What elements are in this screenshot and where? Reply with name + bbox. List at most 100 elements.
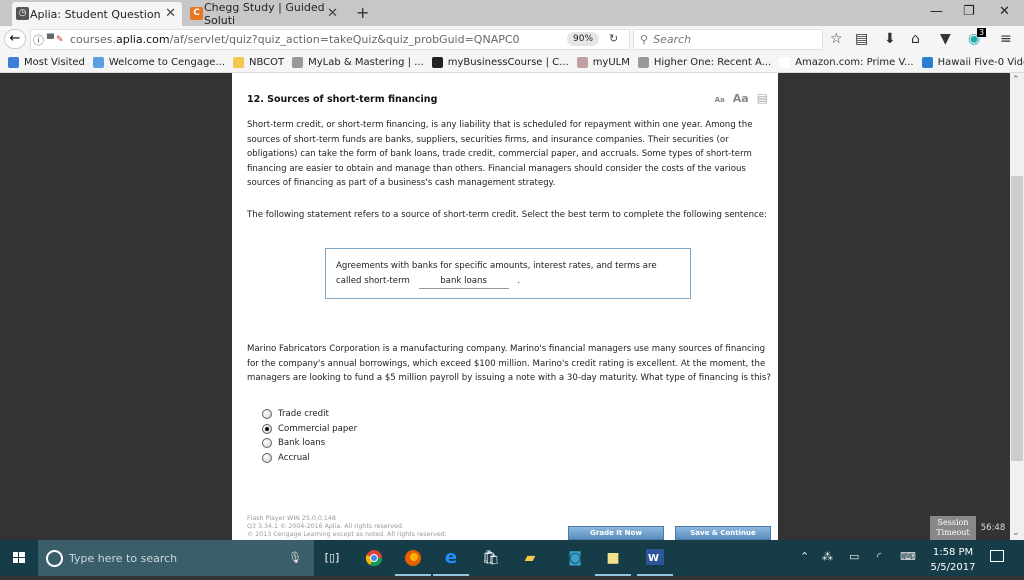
bookmark-item[interactable]: Hawaii Five-0 Video - ... bbox=[921, 56, 1024, 68]
battery-icon[interactable]: ▭ bbox=[849, 550, 859, 563]
reload-icon[interactable]: ↻ bbox=[609, 32, 618, 45]
close-tab-icon[interactable]: ✕ bbox=[327, 6, 338, 21]
bookmark-label: NBCOT bbox=[249, 56, 285, 68]
url-text[interactable]: courses.aplia.com/af/servlet/quiz?quiz_a… bbox=[70, 33, 520, 46]
save-continue-button[interactable]: Save & Continue bbox=[675, 526, 771, 540]
show-hidden-icons[interactable]: ⌃ bbox=[800, 550, 809, 563]
keyboard-icon[interactable]: ⌨ bbox=[900, 550, 916, 563]
info-icon[interactable]: ⓘ bbox=[33, 32, 44, 48]
option-label: Trade credit bbox=[278, 409, 329, 420]
url-bar[interactable]: ⓘ ▀ ✎ courses.aplia.com/af/servlet/quiz?… bbox=[30, 29, 630, 50]
bookmark-favicon-icon bbox=[779, 56, 791, 68]
bookmark-favicon-icon bbox=[637, 56, 649, 68]
bookmark-favicon-icon bbox=[92, 56, 104, 68]
blocked-icon[interactable]: ✎ bbox=[56, 35, 64, 45]
option-label: Commercial paper bbox=[278, 423, 358, 434]
session-timeout-time: 56:48 bbox=[976, 516, 1010, 540]
answer-dropdown[interactable]: bank loans bbox=[418, 274, 509, 290]
bookmark-item[interactable]: myULM bbox=[576, 56, 630, 68]
minimize-button[interactable]: — bbox=[930, 4, 943, 19]
close-window-button[interactable]: ✕ bbox=[999, 4, 1010, 19]
task-view-icon[interactable]: [▯] bbox=[322, 549, 342, 567]
radio-button[interactable] bbox=[262, 453, 272, 464]
radio-button[interactable] bbox=[262, 409, 272, 420]
download-icon[interactable]: ⬇ bbox=[884, 31, 896, 47]
app-icon[interactable]: ◙ bbox=[565, 549, 585, 567]
scrollbar-thumb[interactable] bbox=[1011, 176, 1023, 461]
tab-chegg[interactable]: C Chegg Study | Guided Soluti ✕ bbox=[186, 1, 344, 27]
bookmark-item[interactable]: Welcome to Cengage... bbox=[92, 56, 225, 68]
file-explorer-icon[interactable]: ▰ bbox=[520, 549, 540, 567]
question-panel: 12. Sources of short-term financing Aa A… bbox=[232, 73, 778, 540]
bookmark-item[interactable]: MyLab & Mastering | ... bbox=[292, 56, 424, 68]
answer-option[interactable]: Trade credit bbox=[262, 407, 357, 422]
bookmark-label: Amazon.com: Prime V... bbox=[795, 56, 914, 68]
intro-paragraph: Short-term credit, or short-term financi… bbox=[247, 120, 753, 189]
print-icon[interactable]: ▤ bbox=[757, 91, 768, 105]
word-icon[interactable]: W bbox=[637, 549, 673, 576]
bookmark-item[interactable]: Higher One: Recent A... bbox=[637, 56, 771, 68]
home-icon[interactable]: ⌂ bbox=[911, 31, 920, 47]
bookmarks-bar: Most Visited Welcome to Cengage... NBCOT My… bbox=[0, 52, 1024, 73]
bookmark-label: Hawaii Five-0 Video - ... bbox=[937, 56, 1024, 68]
firefox-icon[interactable] bbox=[395, 549, 431, 576]
bookmark-item[interactable]: Amazon.com: Prime V... bbox=[779, 56, 914, 68]
answer-option[interactable]: Accrual bbox=[262, 451, 357, 466]
bookmark-label: Most Visited bbox=[24, 56, 85, 68]
scenario-paragraph: Marino Fabricators Corporation is a manu… bbox=[247, 344, 771, 384]
flash-version: Flash Player WIN 25,0,0,148 bbox=[247, 515, 336, 522]
bookmark-favicon-icon bbox=[576, 56, 588, 68]
start-button[interactable] bbox=[0, 540, 38, 576]
wifi-icon[interactable]: ◜ bbox=[877, 550, 881, 563]
answer-option[interactable]: Commercial paper bbox=[262, 422, 357, 437]
radio-button[interactable] bbox=[262, 438, 272, 449]
taskbar-search[interactable]: Type here to search 🎙 bbox=[38, 540, 314, 576]
bookmark-item[interactable]: NBCOT bbox=[233, 56, 285, 68]
font-smaller-button[interactable]: Aa bbox=[715, 96, 725, 104]
option-label: Bank loans bbox=[278, 438, 326, 449]
zoom-level[interactable]: 90% bbox=[567, 32, 600, 46]
edge-icon[interactable]: e bbox=[433, 549, 469, 576]
bookmark-star-icon[interactable]: ☆ bbox=[830, 31, 843, 47]
sticky-notes-icon[interactable]: ■ bbox=[595, 549, 631, 576]
microphone-icon[interactable]: 🎙 bbox=[288, 551, 302, 564]
copyright-cengage: © 2013 Cengage Learning except as noted.… bbox=[247, 531, 447, 538]
plugin-icon[interactable]: ▀ bbox=[47, 35, 54, 45]
question-title: 12. Sources of short-term financing bbox=[247, 94, 438, 105]
grade-it-now-button[interactable]: Grade It Now bbox=[568, 526, 664, 540]
pocket-icon[interactable]: ▼ bbox=[940, 31, 951, 47]
radio-button[interactable] bbox=[262, 423, 272, 434]
chrome-icon[interactable] bbox=[364, 549, 384, 567]
menu-icon[interactable]: ≡ bbox=[1000, 31, 1012, 47]
clock-time: 1:58 PM bbox=[932, 547, 974, 558]
bookmark-favicon-icon bbox=[431, 56, 443, 68]
vertical-scrollbar[interactable]: ⌃ ⌄ bbox=[1010, 73, 1024, 540]
search-input[interactable]: ⚲ Search bbox=[633, 29, 823, 50]
bookmark-label: myBusinessCourse | C... bbox=[447, 56, 569, 68]
new-tab-button[interactable]: + bbox=[356, 3, 369, 22]
close-tab-icon[interactable]: ✕ bbox=[165, 6, 176, 21]
bookmark-item[interactable]: myBusinessCourse | C... bbox=[431, 56, 569, 68]
scroll-down-icon[interactable]: ⌄ bbox=[1012, 528, 1020, 538]
answer-option[interactable]: Bank loans bbox=[262, 436, 357, 451]
tab-aplia[interactable]: ◷ Aplia: Student Question ✕ bbox=[12, 2, 182, 26]
answer-options: Trade credit Commercial paper Bank loans Ac… bbox=[262, 407, 357, 465]
back-button[interactable]: ← bbox=[4, 29, 26, 49]
bookmark-favicon-icon bbox=[292, 56, 304, 68]
back-arrow-icon: ← bbox=[9, 31, 21, 46]
restore-button[interactable]: ❐ bbox=[963, 4, 975, 19]
font-larger-button[interactable]: Aa bbox=[733, 92, 749, 105]
clock-date: 5/5/2017 bbox=[930, 562, 976, 573]
scroll-up-icon[interactable]: ⌃ bbox=[1012, 75, 1020, 85]
page-background: 12. Sources of short-term financing Aa A… bbox=[0, 73, 1010, 540]
action-center-icon[interactable] bbox=[990, 550, 1004, 562]
store-icon[interactable]: 🛍 bbox=[481, 549, 501, 567]
statement-end: . bbox=[517, 275, 521, 286]
bookmark-item[interactable]: Most Visited bbox=[8, 56, 85, 68]
reading-list-icon[interactable]: ▤ bbox=[855, 31, 868, 47]
option-label: Accrual bbox=[278, 453, 310, 464]
clock[interactable]: 1:58 PM 5/5/2017 bbox=[926, 545, 980, 575]
browser-tab-bar: ◷ Aplia: Student Question ✕ C Chegg Stud… bbox=[0, 0, 1024, 27]
extension-badge: 3 bbox=[977, 28, 987, 37]
network-sync-icon[interactable]: ⁂ bbox=[822, 550, 833, 563]
